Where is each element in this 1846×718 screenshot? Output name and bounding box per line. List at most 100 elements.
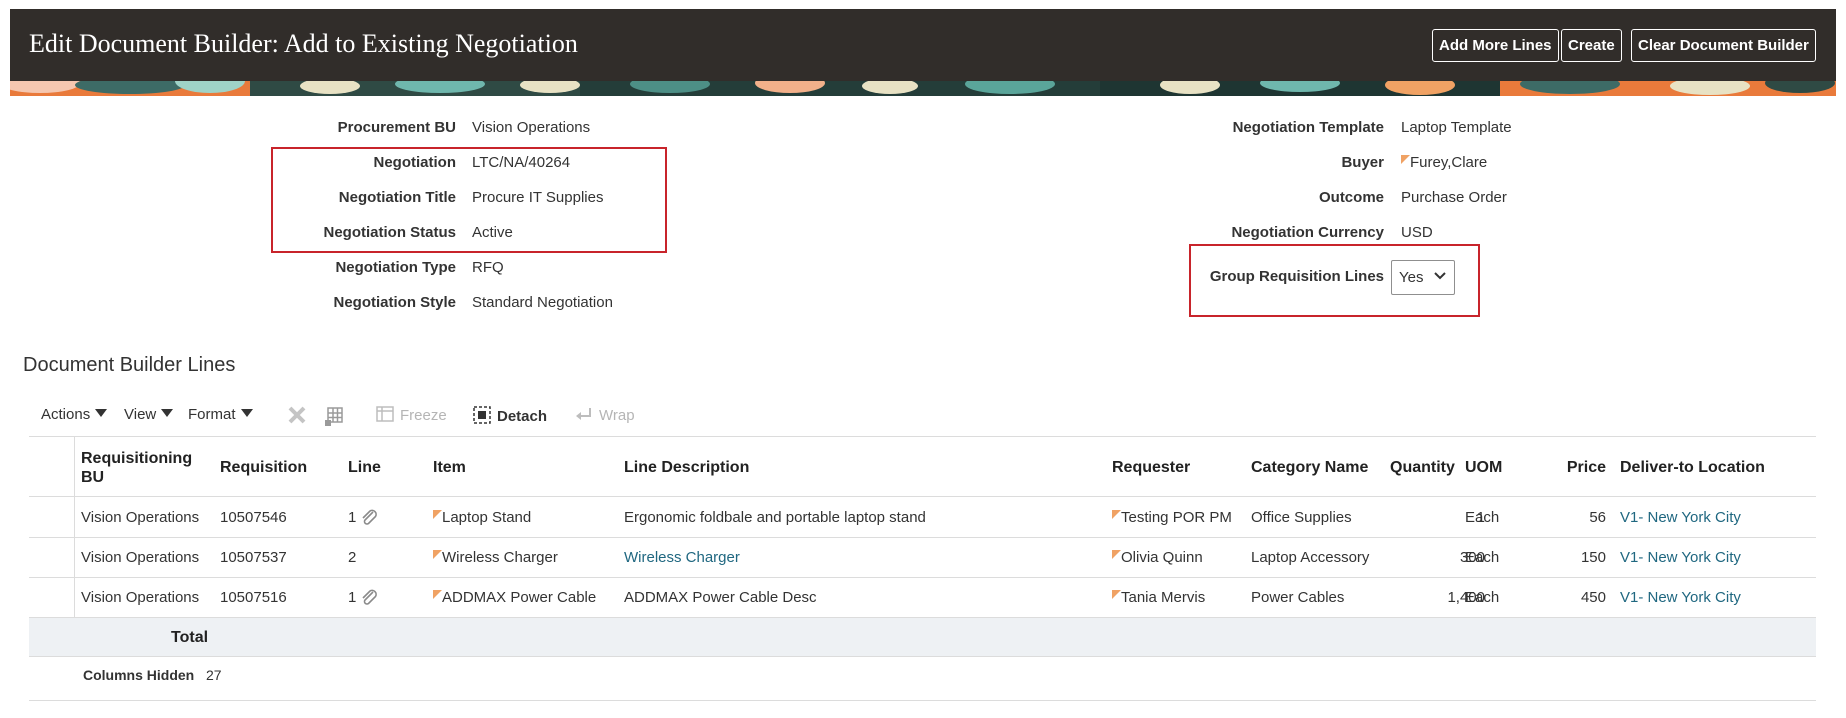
cell-category: Laptop Accessory xyxy=(1251,549,1370,566)
dropdown-arrow-icon xyxy=(95,409,108,417)
actions-menu[interactable]: Actions xyxy=(41,406,108,423)
negotiation-style-value: Standard Negotiation xyxy=(472,294,613,311)
cell-uom: Each xyxy=(1465,589,1500,606)
flag-icon xyxy=(1112,510,1121,519)
table-settings-icon[interactable] xyxy=(324,405,346,427)
cell-category: Office Supplies xyxy=(1251,509,1352,526)
detach-label: Detach xyxy=(497,408,548,425)
column-header-category-name[interactable]: Category Name xyxy=(1251,458,1368,477)
procurement-bu-label: Procurement BU xyxy=(337,119,456,136)
negotiation-currency-label: Negotiation Currency xyxy=(1231,224,1384,241)
format-menu[interactable]: Format xyxy=(188,406,253,423)
table-toolbar: Actions View Format Freeze Detach Wrap xyxy=(29,403,1829,431)
outcome-value: Purchase Order xyxy=(1401,189,1507,206)
cell-requester-value: Testing POR PM xyxy=(1121,509,1232,526)
column-header-requester[interactable]: Requester xyxy=(1112,458,1190,477)
cell-line: 1 xyxy=(348,589,380,607)
table-bottom-border xyxy=(29,700,1816,701)
section-title: Document Builder Lines xyxy=(23,354,236,376)
cell-requester: Testing POR PM xyxy=(1112,509,1232,526)
create-button[interactable]: Create xyxy=(1561,29,1622,62)
cell-line-description-link[interactable]: Wireless Charger xyxy=(624,549,740,566)
buyer-value: Furey,Clare xyxy=(1410,154,1488,171)
cell-requester: Olivia Quinn xyxy=(1112,549,1203,566)
attachment-icon[interactable] xyxy=(360,589,380,607)
column-header-line[interactable]: Line xyxy=(348,458,381,477)
buyer-value-wrap: Furey,Clare xyxy=(1401,154,1487,171)
flag-icon xyxy=(433,590,442,599)
cell-req-bu: Vision Operations xyxy=(81,549,200,566)
row-divider xyxy=(29,537,1816,538)
highlight-box-group-requisition xyxy=(1189,244,1480,317)
procurement-bu-value: Vision Operations xyxy=(472,119,591,136)
columns-hidden-label: Columns Hidden xyxy=(83,667,195,683)
cell-requisition: 10507546 xyxy=(220,509,287,526)
cell-price: 450 xyxy=(1580,589,1606,606)
cell-req-bu: Vision Operations xyxy=(81,589,200,606)
cell-price: 150 xyxy=(1580,549,1606,566)
cell-line: 1 xyxy=(348,509,380,527)
view-menu-label: View xyxy=(124,406,157,423)
cell-deliver-to-link[interactable]: V1- New York City xyxy=(1620,549,1741,566)
cell-line-description: Ergonomic foldbale and portable laptop s… xyxy=(624,509,926,526)
attachment-icon[interactable] xyxy=(360,509,380,527)
cell-line-description: ADDMAX Power Cable Desc xyxy=(624,589,817,606)
wrap-icon xyxy=(576,408,591,420)
cell-req-bu: Vision Operations xyxy=(81,509,200,526)
flag-icon xyxy=(433,510,442,519)
column-header-item[interactable]: Item xyxy=(433,458,466,477)
negotiation-currency-value: USD xyxy=(1401,224,1433,241)
cell-item-value: ADDMAX Power Cable xyxy=(442,589,597,606)
freeze-label: Freeze xyxy=(400,407,447,424)
column-header-line-description[interactable]: Line Description xyxy=(624,458,749,477)
table-header-border xyxy=(29,496,1816,497)
negotiation-template-label: Negotiation Template xyxy=(1232,119,1384,136)
cell-price: 56 xyxy=(1589,509,1606,526)
table-top-border xyxy=(29,436,1816,437)
column-header-deliver-to-location[interactable]: Deliver-to Location xyxy=(1620,458,1765,477)
cell-uom: Each xyxy=(1465,509,1500,526)
total-label: Total xyxy=(171,629,209,646)
cell-requester-value: Tania Mervis xyxy=(1121,589,1206,606)
flag-icon xyxy=(1112,590,1121,599)
cell-line-value: 1 xyxy=(348,509,357,526)
wrap-button[interactable]: Wrap xyxy=(575,406,635,424)
column-header-uom[interactable]: UOM xyxy=(1465,458,1502,477)
decorative-banner xyxy=(10,81,1836,96)
cell-requisition: 10507537 xyxy=(220,549,287,566)
row-divider xyxy=(29,577,1816,578)
total-row: Total xyxy=(29,618,1816,656)
cell-item-value: Wireless Charger xyxy=(442,549,558,566)
negotiation-template-value: Laptop Template xyxy=(1401,119,1512,136)
view-menu[interactable]: View xyxy=(124,406,174,423)
clear-document-builder-button[interactable]: Clear Document Builder xyxy=(1631,29,1816,62)
cell-requester-value: Olivia Quinn xyxy=(1121,549,1203,566)
cell-deliver-to-link[interactable]: V1- New York City xyxy=(1620,509,1741,526)
detach-button[interactable]: Detach xyxy=(473,406,547,425)
cell-line-value: 1 xyxy=(348,589,357,606)
wrap-label: Wrap xyxy=(599,407,635,424)
flag-icon xyxy=(433,550,442,559)
dropdown-arrow-icon xyxy=(240,409,253,417)
freeze-icon xyxy=(376,406,394,422)
cell-item: Laptop Stand xyxy=(433,509,531,526)
cell-item-value: Laptop Stand xyxy=(442,509,532,526)
buyer-label: Buyer xyxy=(1341,154,1384,171)
column-header-requisition[interactable]: Requisition xyxy=(220,458,307,477)
freeze-button[interactable]: Freeze xyxy=(376,406,447,424)
outcome-label: Outcome xyxy=(1318,189,1384,206)
column-header-requisitioning-bu[interactable]: Requisitioning BU xyxy=(81,449,201,487)
total-row-border xyxy=(29,656,1816,657)
negotiation-style-label: Negotiation Style xyxy=(333,294,456,311)
negotiation-type-label: Negotiation Type xyxy=(335,259,456,276)
add-more-lines-button[interactable]: Add More Lines xyxy=(1432,29,1559,62)
cell-uom: Each xyxy=(1465,549,1500,566)
delete-icon[interactable] xyxy=(287,405,307,425)
columns-hidden-count: 27 xyxy=(206,667,222,683)
column-header-quantity[interactable]: Quantity xyxy=(1390,458,1455,477)
cell-deliver-to-link[interactable]: V1- New York City xyxy=(1620,589,1741,606)
flag-icon xyxy=(1112,550,1121,559)
column-header-price[interactable]: Price xyxy=(1567,458,1606,477)
cell-requester: Tania Mervis xyxy=(1112,589,1205,606)
table-selector-column-border xyxy=(74,437,75,618)
